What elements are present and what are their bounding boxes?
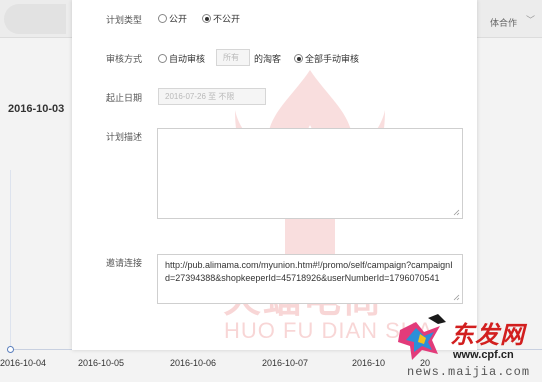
campaign-plan-dialog: 火蝠电商 HUO FU DIAN SHA 计划类型 公开 不公开 审核方式 自动… (72, 0, 477, 350)
logo-url-primary: www.cpf.cn (453, 349, 514, 361)
radio-icon[interactable] (158, 54, 167, 63)
resize-handle-icon[interactable] (453, 209, 460, 216)
x-axis-tick-label: 2016-10-06 (170, 358, 217, 368)
x-axis-tick-label: 2016-10-05 (78, 358, 125, 368)
logo-url-secondary: news.maijia.com (407, 365, 531, 379)
review-manual-radio[interactable]: 全部手动审核 (294, 52, 359, 65)
description-label: 计划描述 (106, 132, 143, 142)
logo-chinese-text: 东发网 (450, 320, 525, 349)
review-scope-suffix: 的淘客 (254, 54, 282, 64)
chevron-down-icon[interactable]: ﹀ (526, 13, 535, 26)
invite-link-label: 邀请连接 (106, 258, 143, 268)
review-mode-label: 审核方式 (106, 54, 143, 64)
review-scope-select[interactable]: 所有 (216, 49, 250, 66)
plan-type-private-radio[interactable]: 不公开 (202, 12, 240, 25)
date-range-input[interactable]: 2016-07-26 至 不限 (158, 88, 266, 105)
chart-point (7, 346, 14, 353)
radio-checked-icon[interactable] (294, 54, 303, 63)
background-date: 2016-10-03 (8, 103, 65, 115)
radio-icon[interactable] (158, 14, 167, 23)
plan-type-public-radio[interactable]: 公开 (158, 12, 187, 25)
radio-checked-icon[interactable] (202, 14, 211, 23)
description-textarea[interactable] (157, 128, 463, 219)
date-range-label: 起止日期 (106, 93, 143, 103)
x-axis-tick-label: 2016-10 (352, 358, 386, 368)
background-menu-text[interactable]: 体合作 (490, 16, 517, 29)
chart-gridline (10, 170, 11, 350)
review-auto-radio[interactable]: 自动审核 (158, 52, 205, 65)
x-axis-tick-label: 2016-10-04 (0, 358, 47, 368)
resize-handle-icon[interactable] (453, 294, 460, 301)
invite-link-textarea[interactable]: http://pub.alimama.com/myunion.htm#!/pro… (157, 254, 463, 304)
background-tab (4, 4, 66, 34)
plan-type-label: 计划类型 (106, 15, 143, 25)
x-axis-tick-label: 2016-10-07 (262, 358, 309, 368)
